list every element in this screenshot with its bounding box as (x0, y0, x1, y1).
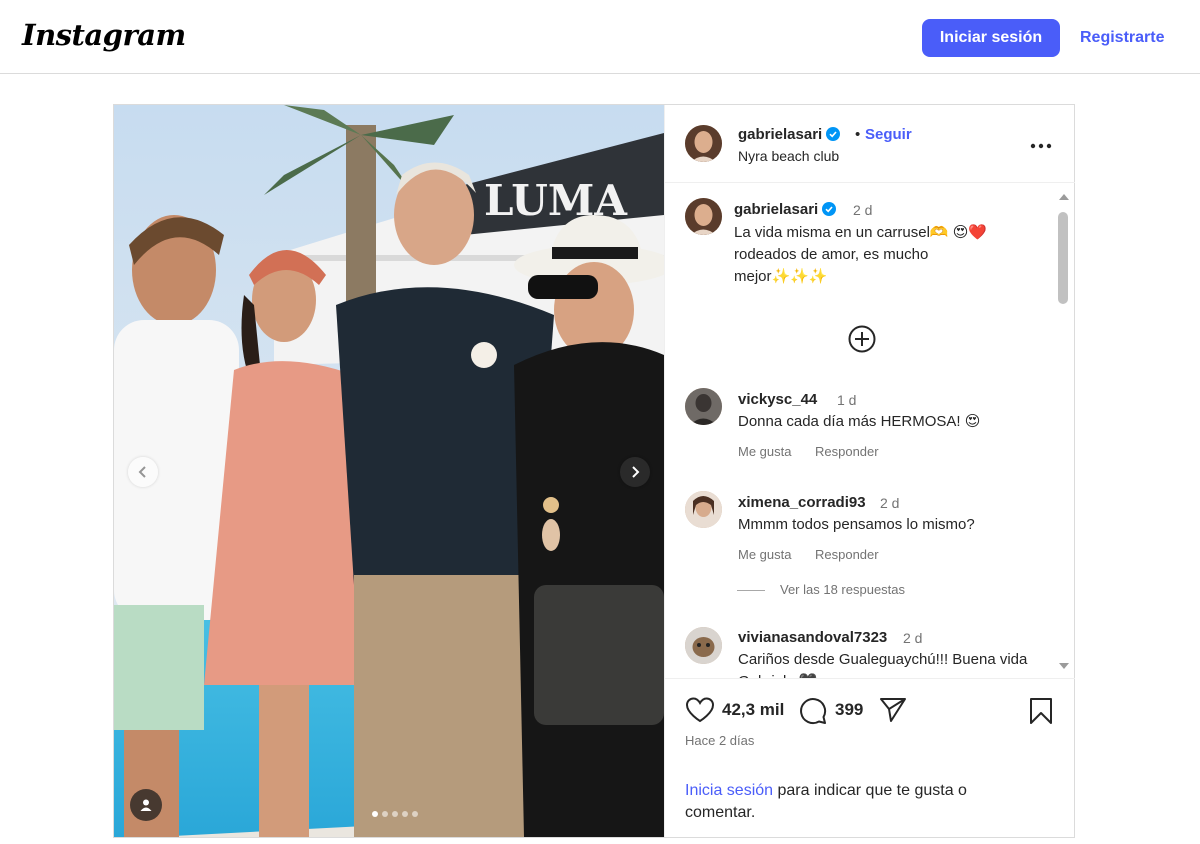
post-header: gabrielasari • Seguir Nyra beach club (665, 105, 1075, 183)
tagged-users-button[interactable] (130, 789, 162, 821)
comment-text: Cariños desde Gualeguaychú!!! Buena vida… (738, 651, 1028, 678)
comment-text: Mmmm todos pensamos lo mismo? (738, 516, 975, 533)
comment-reply-button[interactable]: Responder (815, 547, 879, 562)
view-replies-button[interactable]: Ver las 18 respuestas (780, 582, 905, 597)
carousel-dot (372, 811, 378, 817)
post-side-panel: gabrielasari • Seguir Nyra beach club ga… (664, 105, 1075, 837)
post-location[interactable]: Nyra beach club (738, 148, 839, 164)
comment-like-button[interactable]: Me gusta (738, 547, 791, 562)
bookmark-icon (1030, 698, 1052, 724)
more-options-button[interactable] (1029, 133, 1053, 153)
separator-dot: • (855, 126, 861, 143)
top-navigation-bar: Instagram Iniciar sesión Registrarte (0, 0, 1200, 74)
scroll-down-arrow-icon[interactable] (1059, 663, 1069, 669)
caption-text: La vida misma en un carrusel🫶 😍❤️ rodead… (734, 224, 988, 285)
carousel-dot (382, 811, 388, 817)
follow-button[interactable]: Seguir (865, 126, 912, 143)
comment-count[interactable]: 399 (835, 700, 863, 720)
comment-like-button[interactable]: Me gusta (738, 444, 791, 459)
comments-scrollbar[interactable] (1057, 190, 1069, 670)
avatar[interactable] (685, 198, 722, 235)
verified-badge-icon (822, 202, 837, 216)
heart-icon (685, 697, 715, 723)
username-text[interactable]: gabrielasari (734, 201, 818, 218)
comments-section[interactable]: gabrielasari 2 d La vida misma en un car… (665, 184, 1075, 678)
load-more-comments-button[interactable] (847, 324, 877, 354)
like-button[interactable] (685, 697, 715, 726)
register-link[interactable]: Registrarte (1080, 29, 1164, 47)
comment-time: 2 d (880, 495, 900, 511)
scroll-up-arrow-icon[interactable] (1059, 194, 1069, 200)
share-button[interactable] (879, 697, 907, 726)
login-button[interactable]: Iniciar sesión (922, 19, 1060, 57)
avatar[interactable] (685, 125, 722, 162)
login-link[interactable]: Inicia sesión (685, 782, 773, 799)
comment-icon (800, 698, 827, 725)
plus-circle-icon (848, 325, 876, 353)
instagram-logo[interactable]: Instagram (22, 18, 186, 52)
carousel-dot (402, 811, 408, 817)
avatar[interactable] (685, 491, 722, 528)
comment-button[interactable] (799, 697, 827, 728)
chevron-left-icon (138, 466, 146, 478)
comment-time: 1 d (837, 392, 857, 408)
scrollbar-thumb[interactable] (1058, 212, 1068, 304)
save-button[interactable] (1029, 697, 1053, 728)
comment-username[interactable]: vivianasandoval7323 (738, 629, 887, 646)
post-actions-bar: 42,3 mil 399 Hace 2 días (665, 678, 1075, 758)
carousel-dot (392, 811, 398, 817)
carousel-prev-button[interactable] (128, 457, 158, 487)
caption-time: 2 d (853, 202, 873, 218)
send-icon (880, 698, 906, 722)
caption-username[interactable]: gabrielasari (734, 201, 837, 218)
comment-reply-button[interactable]: Responder (815, 444, 879, 459)
post-photo: LUMA (114, 105, 664, 837)
username-text[interactable]: gabrielasari (738, 126, 822, 143)
carousel-next-button[interactable] (620, 457, 650, 487)
verified-badge-icon (826, 127, 841, 141)
post-author-username[interactable]: gabrielasari (738, 126, 841, 143)
chevron-right-icon (632, 466, 640, 478)
avatar[interactable] (685, 388, 722, 425)
avatar[interactable] (685, 627, 722, 664)
comment-username[interactable]: ximena_corradi93 (738, 494, 866, 511)
post-time-ago: Hace 2 días (685, 733, 755, 748)
login-prompt: Inicia sesión para indicar que te gusta … (685, 780, 1025, 824)
carousel-dot (412, 811, 418, 817)
comment-username[interactable]: vickysc_44 (738, 391, 817, 408)
more-horizontal-icon (1030, 143, 1052, 148)
user-tag-icon (140, 799, 152, 811)
post-card: LUMA gabrielasari • Seguir Nyra beach cl… (113, 104, 1075, 838)
comment-time: 2 d (903, 630, 923, 646)
carousel-dots (372, 811, 418, 817)
post-media[interactable]: LUMA (114, 105, 664, 837)
comment-text: Donna cada día más HERMOSA! 😍 (738, 413, 981, 430)
like-count[interactable]: 42,3 mil (722, 700, 784, 720)
replies-divider (737, 590, 765, 591)
